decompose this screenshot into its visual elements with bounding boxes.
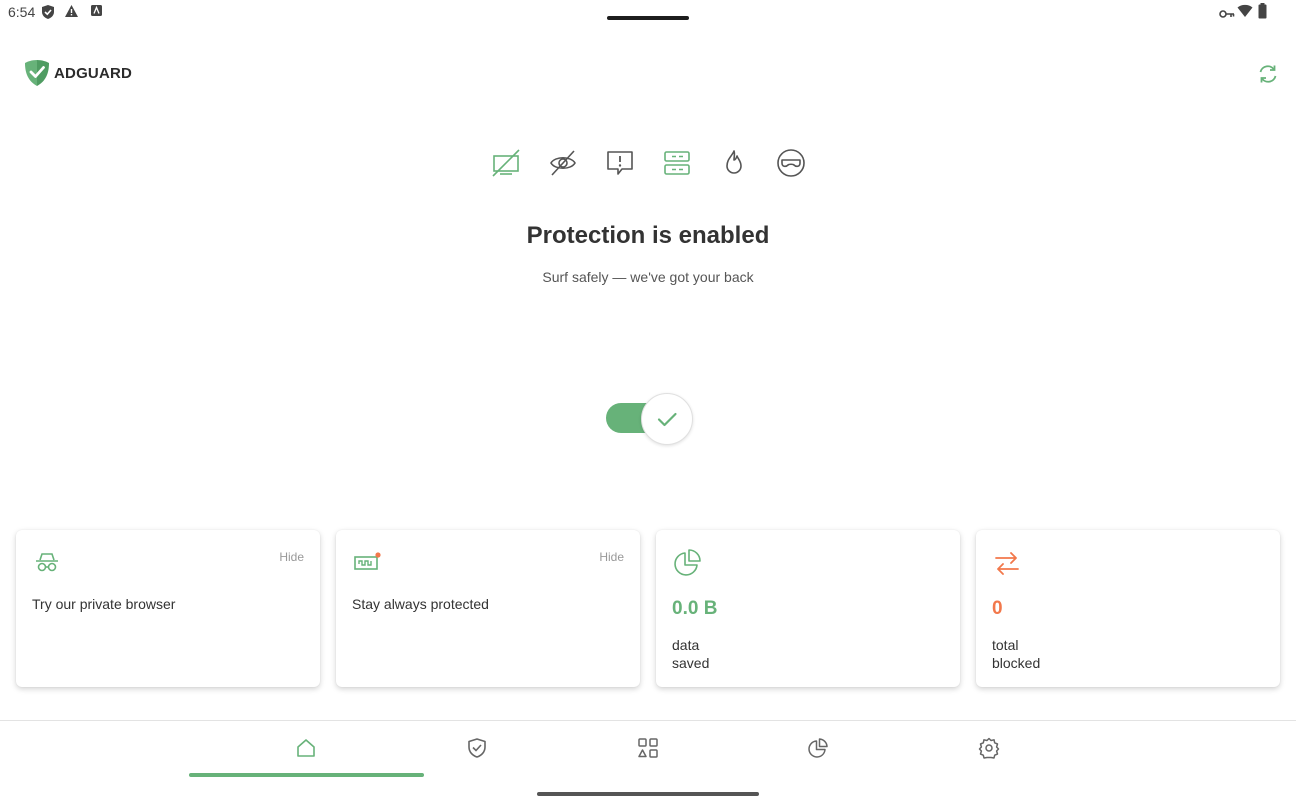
apps-grid-icon	[638, 738, 658, 758]
nav-statistics[interactable]	[806, 736, 830, 760]
always-protected-card[interactable]: Hide Stay always protected	[336, 530, 640, 687]
battery-icon	[1258, 3, 1267, 24]
battery-optimization-icon	[354, 552, 381, 570]
shield-check-icon	[468, 738, 486, 758]
label-line: saved	[672, 655, 710, 671]
checkmark-icon	[657, 412, 677, 427]
incognito-icon	[36, 553, 58, 572]
nav-protection[interactable]	[465, 736, 489, 760]
protection-toggle[interactable]	[605, 392, 695, 446]
nav-home[interactable]	[294, 736, 318, 760]
data-saved-value: 0.0 B	[672, 598, 718, 619]
pie-chart-icon	[808, 738, 828, 758]
refresh-icon	[1259, 65, 1277, 83]
card-text: Try our private browser	[32, 596, 176, 612]
nav-activity[interactable]	[636, 736, 660, 760]
total-blocked-label: total blocked	[992, 636, 1092, 672]
card-text: Stay always protected	[352, 596, 489, 612]
hide-button[interactable]: Hide	[279, 550, 304, 564]
pie-chart-icon	[674, 549, 701, 576]
firewall-icon[interactable]	[716, 145, 752, 181]
total-blocked-value: 0	[992, 598, 1003, 619]
swap-arrows-icon	[995, 552, 1019, 575]
wifi-icon	[1237, 4, 1253, 23]
status-bar: 6:54	[0, 0, 1296, 26]
tracking-protection-icon[interactable]	[545, 145, 581, 181]
ad-blocking-icon[interactable]	[488, 145, 524, 181]
stealth-mode-icon[interactable]	[773, 145, 809, 181]
protection-status-title: Protection is enabled	[526, 222, 770, 249]
adguard-shield-icon	[25, 60, 49, 86]
hide-button[interactable]: Hide	[599, 550, 624, 564]
gesture-bar-top	[607, 16, 689, 20]
nav-settings[interactable]	[977, 736, 1001, 760]
data-saved-label: data saved	[672, 636, 772, 672]
warning-icon	[64, 4, 79, 23]
label-line: blocked	[992, 655, 1041, 671]
protection-features-row	[488, 145, 809, 181]
brand-name: ADGUARD	[54, 64, 133, 82]
dns-protection-icon[interactable]	[659, 145, 695, 181]
data-saved-card[interactable]: 0.0 B data saved	[656, 530, 960, 687]
vpn-shield-icon	[41, 4, 55, 25]
gear-icon	[978, 737, 1000, 759]
gesture-bar-bottom	[537, 792, 759, 796]
toggle-knob	[641, 393, 693, 445]
label-line: data	[672, 637, 700, 653]
nav-active-indicator	[189, 773, 424, 777]
annoyance-blocking-icon[interactable]	[602, 145, 638, 181]
private-browser-card[interactable]: Hide Try our private browser	[16, 530, 320, 687]
app-notification-icon	[90, 4, 103, 22]
refresh-button[interactable]	[1256, 62, 1280, 86]
adguard-logo: ADGUARD	[24, 59, 132, 87]
protection-status-subtitle: Surf safely — we've got your back	[542, 269, 754, 285]
key-icon	[1219, 6, 1235, 24]
home-icon	[297, 739, 315, 757]
label-line: total	[992, 637, 1019, 653]
status-time: 6:54	[8, 4, 36, 20]
total-blocked-card[interactable]: 0 total blocked	[976, 530, 1280, 687]
bottom-nav-divider	[0, 720, 1296, 721]
